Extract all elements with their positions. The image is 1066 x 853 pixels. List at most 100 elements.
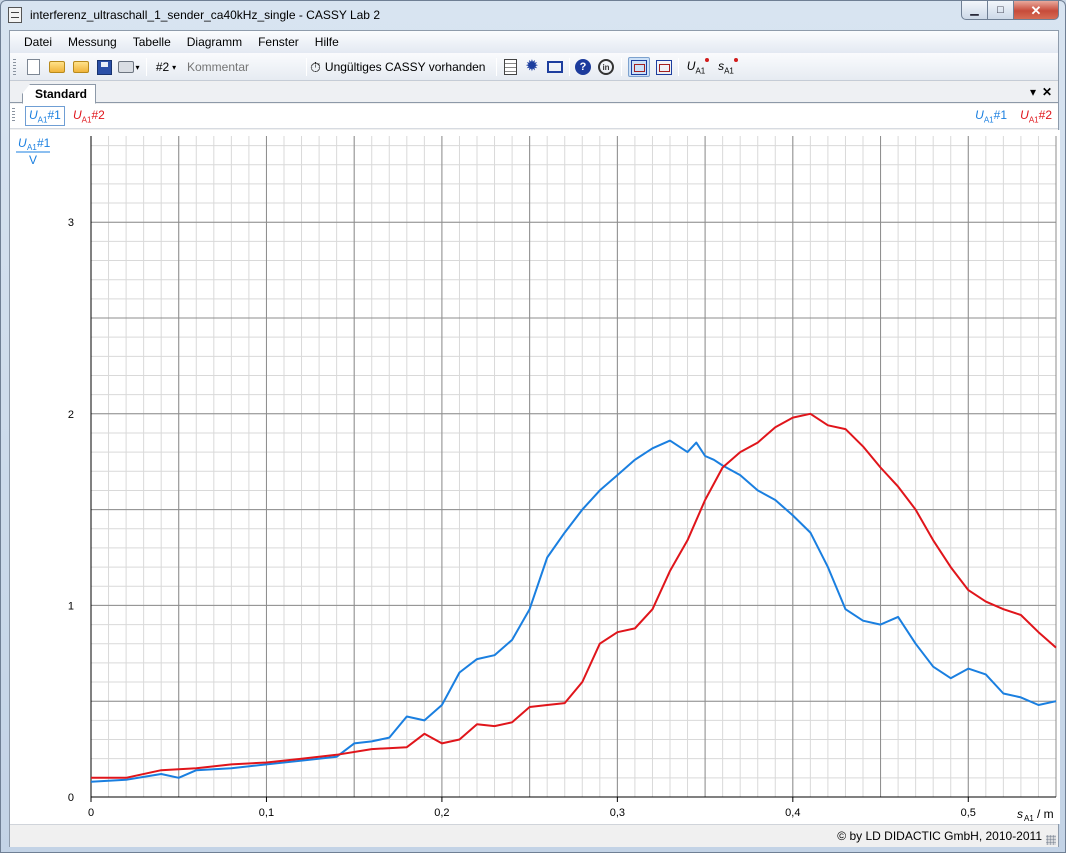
app-icon[interactable] <box>8 7 22 23</box>
x-tick-label: 0,3 <box>610 807 625 819</box>
client-area: Datei Messung Tabelle Diagramm Fenster H… <box>9 30 1060 847</box>
close-button[interactable]: ✕ <box>1014 1 1059 20</box>
y-tick-label: 3 <box>68 217 74 229</box>
series-line-1 <box>90 439 1057 783</box>
menu-hilfe[interactable]: Hilfe <box>307 32 347 52</box>
legend-sub: A1 <box>983 115 994 125</box>
cassy-status-button[interactable]: ⏱ Ungültiges CASSY vorhanden <box>310 57 488 77</box>
legend-var: U <box>73 108 82 122</box>
diagram-area[interactable]: 0 0,1 0,2 0,3 0,4 0,5 0 1 2 3 U A1 #1 Vs A1/ m <box>10 130 1060 824</box>
layout-button-1[interactable] <box>628 57 650 77</box>
legend-suffix: #1 <box>47 108 61 122</box>
y-tick-label: 1 <box>68 600 74 612</box>
toolbar-separator <box>496 58 497 76</box>
toolbar-separator <box>621 58 622 76</box>
legend-suffix: #2 <box>1038 108 1052 122</box>
save-icon <box>96 59 112 75</box>
y-tick-label: 0 <box>68 792 74 804</box>
tab-list-icon[interactable]: ▾ <box>1030 85 1036 99</box>
copyright-text: © by LD DIDACTIC GmbH, 2010-2011 <box>837 829 1042 843</box>
var-s-a1: sA1 <box>718 57 738 76</box>
toolbar-grip[interactable] <box>13 59 16 75</box>
minimize-icon: ▁ <box>970 3 979 16</box>
tab-standard[interactable]: Standard <box>22 84 97 104</box>
size-grip-icon[interactable] <box>1046 835 1056 845</box>
settings-button[interactable]: ✹ <box>522 57 542 77</box>
y-axis-label-sub: A1 <box>27 143 37 152</box>
x-axis-label-unit: / m <box>1037 807 1054 821</box>
legend-var: U <box>975 108 984 122</box>
new-document-icon <box>26 59 40 75</box>
display-icon <box>547 61 563 73</box>
toolbar-separator <box>146 58 147 76</box>
display-button[interactable] <box>544 57 566 77</box>
maximize-button[interactable]: □ <box>988 1 1014 20</box>
maximize-icon: □ <box>997 3 1004 16</box>
y-axis-label-suffix: #1 <box>37 136 51 150</box>
gear-icon: ✹ <box>525 58 539 75</box>
x-tick-label: 0 <box>88 807 94 819</box>
print-button[interactable]: ▾ <box>116 57 142 77</box>
var-u-a1: UA1 <box>687 57 710 76</box>
menu-datei[interactable]: Datei <box>16 32 60 52</box>
layout-button-2[interactable] <box>653 57 675 77</box>
legend-sub: A1 <box>37 115 48 125</box>
legend-var: U <box>1020 108 1029 122</box>
save-button[interactable] <box>94 57 114 77</box>
x-tick-label: 0,1 <box>259 807 274 819</box>
legend-grip <box>12 108 15 122</box>
window-controls: ▁ □ ✕ <box>961 1 1059 21</box>
y-axis-selector-series2[interactable]: UA1#2 <box>73 108 105 124</box>
series-selector[interactable]: #2 ▾ <box>150 57 182 77</box>
calculator-button[interactable] <box>500 57 520 77</box>
window-title: interferenz_ultraschall_1_sender_ca40kHz… <box>30 8 380 22</box>
y-axis-selector-series1[interactable]: UA1#1 <box>25 106 65 127</box>
help-button[interactable]: ? <box>573 57 593 77</box>
series-line-2 <box>91 412 1057 779</box>
window-split-icon <box>656 59 672 75</box>
tab-close-icon[interactable]: ✕ <box>1042 85 1052 99</box>
menu-fenster[interactable]: Fenster <box>250 32 307 52</box>
legend-var: U <box>29 108 38 122</box>
menu-diagramm[interactable]: Diagramm <box>179 32 250 52</box>
close-icon: ✕ <box>1030 2 1042 18</box>
toolbar-separator <box>678 58 679 76</box>
legend-bar: UA1#1 UA1#2 UA1#1 UA1#2 <box>10 104 1058 129</box>
series-number: #2 <box>155 60 170 74</box>
active-dot-icon <box>733 57 738 62</box>
menu-tabelle[interactable]: Tabelle <box>125 32 179 52</box>
title-bar[interactable]: interferenz_ultraschall_1_sender_ca40kHz… <box>1 1 1065 29</box>
menu-messung[interactable]: Messung <box>60 32 125 52</box>
help-icon: ? <box>575 59 591 75</box>
toolbar-separator <box>569 58 570 76</box>
x-axis-label-symbol: s <box>1017 807 1023 821</box>
chart-svg[interactable]: 0 0,1 0,2 0,3 0,4 0,50123U A1 #1Vs A1/ m <box>10 130 1060 824</box>
x-tick-label: 0,4 <box>785 807 800 819</box>
info-icon: in <box>598 59 614 75</box>
y-tick-label: 2 <box>68 409 74 421</box>
folder-add-icon <box>73 61 89 73</box>
open-folder-icon <box>49 61 65 73</box>
minimize-button[interactable]: ▁ <box>961 1 988 20</box>
tab-strip: Standard ▾ ✕ <box>10 82 1058 104</box>
var-u-subscript: A1 <box>695 66 706 76</box>
open-add-button[interactable] <box>70 57 92 77</box>
comment-input[interactable] <box>184 57 304 77</box>
stopwatch-icon: ⏱ <box>310 58 321 75</box>
info-button[interactable]: in <box>595 57 617 77</box>
toolbar-separator <box>306 58 307 76</box>
legend-sub: A1 <box>81 115 92 125</box>
printer-icon <box>118 61 135 73</box>
calculator-icon <box>503 59 517 75</box>
window-layout-icon <box>631 59 647 75</box>
toolbar: ▾ #2▾ ⏱ Ungültiges CASSY vorhanden ✹ ? i… <box>10 53 1058 81</box>
var-u-a1-button[interactable]: UA1 <box>683 57 710 77</box>
new-button[interactable] <box>23 57 43 77</box>
dropdown-arrow-icon: ▾ <box>172 62 177 72</box>
status-bar: © by LD DIDACTIC GmbH, 2010-2011 <box>10 824 1058 847</box>
dropdown-arrow-icon: ▾ <box>135 62 140 72</box>
var-s-a1-button[interactable]: sA1 <box>713 57 739 77</box>
legend-series2: UA1#2 <box>1020 108 1052 124</box>
open-button[interactable] <box>46 57 68 77</box>
var-s-subscript: A1 <box>724 66 734 76</box>
